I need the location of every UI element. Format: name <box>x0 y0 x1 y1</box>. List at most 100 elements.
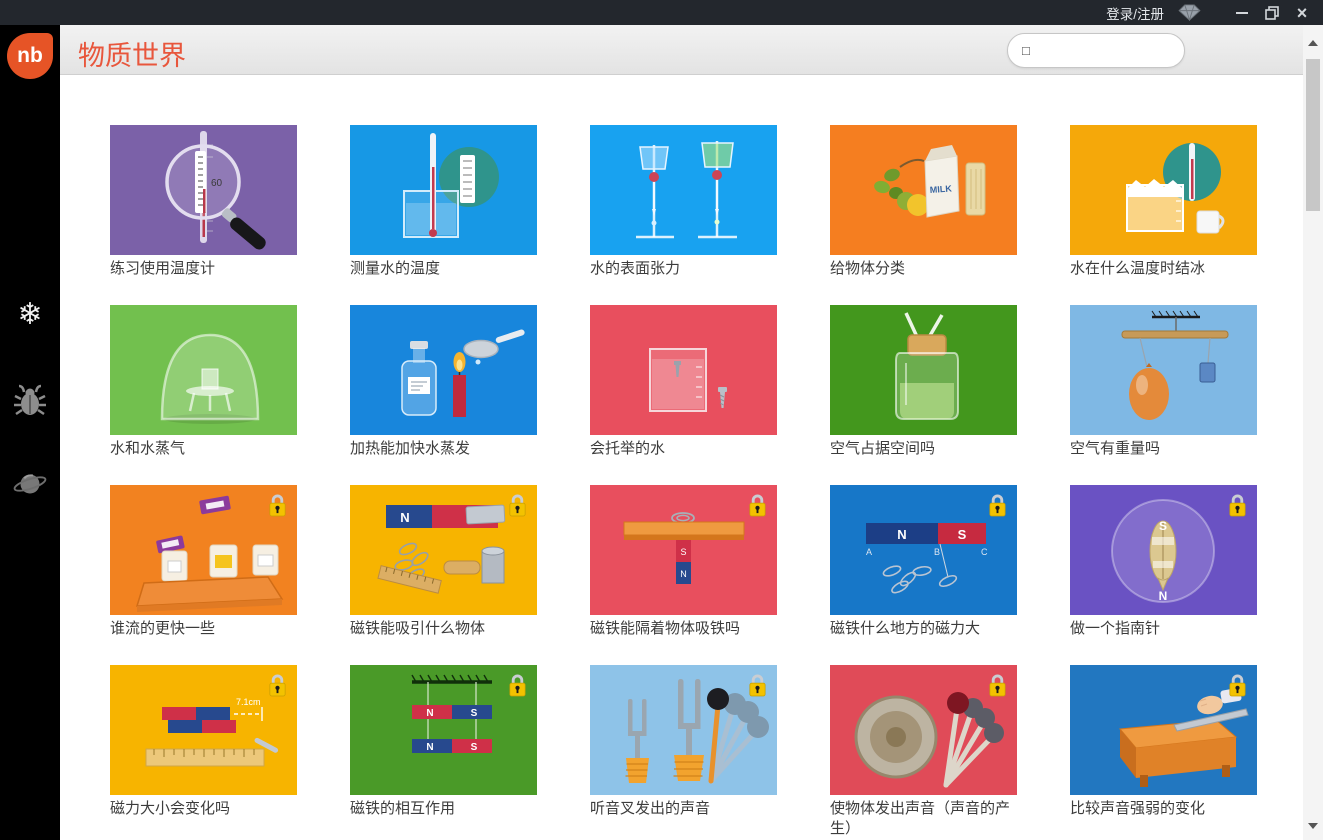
card-thumb[interactable] <box>1070 305 1257 435</box>
card-title[interactable]: 磁铁什么地方的磁力大 <box>830 619 1017 639</box>
card-which-flows-faster[interactable]: 谁流的更快一些 <box>110 485 297 665</box>
card-water-freezing-temperature[interactable]: 水在什么温度时结冰 <box>1070 125 1257 305</box>
card-title[interactable]: 水在什么温度时结冰 <box>1070 259 1257 279</box>
card-practice-using-thermometer[interactable]: 60 练习使用温度计 <box>110 125 297 305</box>
card-title[interactable]: 水和水蒸气 <box>110 439 297 459</box>
card-thumb[interactable] <box>830 305 1017 435</box>
card-title[interactable]: 磁铁能隔着物体吸铁吗 <box>590 619 777 639</box>
lock-icon <box>507 492 528 518</box>
card-thumb[interactable] <box>110 485 297 615</box>
card-compare-sound-strength[interactable]: 比较声音强弱的变化 <box>1070 665 1257 840</box>
card-make-a-compass[interactable]: S N 做一个指南针 <box>1070 485 1257 665</box>
snowflake-icon[interactable]: ❄ <box>0 300 60 330</box>
card-title[interactable]: 使物体发出声音（声音的产生） <box>830 799 1017 839</box>
card-thumb[interactable]: 60 <box>110 125 297 255</box>
bug-icon[interactable] <box>0 382 60 423</box>
card-thumb[interactable] <box>1070 125 1257 255</box>
svg-text:N: N <box>426 742 433 753</box>
card-thumb[interactable]: 7.1cm <box>110 665 297 795</box>
jar-straws-illustration <box>830 305 1017 435</box>
restore-button[interactable] <box>1257 0 1287 25</box>
card-does-magnetic-force-change[interactable]: 7.1cm 磁力大小会变化吗 <box>110 665 297 840</box>
svg-text:S: S <box>958 527 967 542</box>
card-title[interactable]: 空气占据空间吗 <box>830 439 1017 459</box>
card-title[interactable]: 会托举的水 <box>590 439 777 459</box>
card-title[interactable]: 谁流的更快一些 <box>110 619 297 639</box>
card-water-that-lifts[interactable]: 会托举的水 <box>590 305 777 485</box>
page-header: 物质世界 □ <box>60 25 1303 75</box>
card-thumb[interactable] <box>590 665 777 795</box>
card-what-objects-magnets-attract[interactable]: N 磁铁能吸引什么物体 <box>350 485 537 665</box>
scrollbar-thumb[interactable] <box>1306 59 1320 211</box>
card-water-surface-tension[interactable]: 水的表面张力 <box>590 125 777 305</box>
classification-illustration: MILK <box>830 125 1017 255</box>
login-register-link[interactable]: 登录/注册 <box>1106 3 1164 23</box>
card-making-objects-produce-sound[interactable]: 使物体发出声音（声音的产生） <box>830 665 1017 840</box>
svg-text:60: 60 <box>211 178 223 189</box>
svg-text:N: N <box>897 527 906 542</box>
minimize-button[interactable] <box>1227 0 1257 25</box>
close-button[interactable]: × <box>1287 0 1317 25</box>
svg-text:N: N <box>400 510 409 525</box>
card-title[interactable]: 磁铁能吸引什么物体 <box>350 619 537 639</box>
card-title[interactable]: 水的表面张力 <box>590 259 777 279</box>
card-title[interactable]: 磁铁的相互作用 <box>350 799 537 819</box>
thermometer-in-beaker-illustration <box>350 125 537 255</box>
card-classify-objects[interactable]: MILK 给物体分类 <box>830 125 1017 305</box>
lock-icon <box>267 672 288 698</box>
nb-logo[interactable]: nb <box>7 33 53 79</box>
card-thumb[interactable]: N <box>350 485 537 615</box>
card-magnet-interaction[interactable]: N S N S 磁铁的相互作用 <box>350 665 537 840</box>
lock-icon <box>987 672 1008 698</box>
svg-text:N: N <box>1159 589 1168 603</box>
svg-text:B: B <box>934 547 940 557</box>
card-thumb[interactable] <box>590 305 777 435</box>
experiment-list: 60 练习使用温度计 <box>60 76 1303 840</box>
window-titlebar[interactable]: 登录/注册 × <box>0 0 1323 25</box>
card-thumb[interactable]: S N <box>590 485 777 615</box>
surface-tension-illustration <box>590 125 777 255</box>
card-thumb[interactable]: MILK <box>830 125 1017 255</box>
card-where-magnet-force-strongest[interactable]: N S A B C 磁铁什么地方的磁力大 <box>830 485 1017 665</box>
card-title[interactable]: 测量水的温度 <box>350 259 537 279</box>
card-thumb[interactable]: N S N S <box>350 665 537 795</box>
vertical-scrollbar[interactable] <box>1303 25 1323 840</box>
card-thumb[interactable] <box>590 125 777 255</box>
card-magnet-attract-through-objects[interactable]: S N 磁铁能隔着物体吸铁吗 <box>590 485 777 665</box>
card-thumb[interactable] <box>1070 665 1257 795</box>
search-box[interactable]: □ <box>1007 33 1185 68</box>
card-title[interactable]: 加热能加快水蒸发 <box>350 439 537 459</box>
card-title[interactable]: 磁力大小会变化吗 <box>110 799 297 819</box>
svg-text:S: S <box>471 742 478 753</box>
card-title[interactable]: 听音叉发出的声音 <box>590 799 777 819</box>
card-thumb[interactable] <box>350 305 537 435</box>
card-does-air-have-weight[interactable]: 空气有重量吗 <box>1070 305 1257 485</box>
card-thumb[interactable] <box>110 305 297 435</box>
lock-icon <box>747 492 768 518</box>
card-water-and-steam[interactable]: 水和水蒸气 <box>110 305 297 485</box>
sidebar: nb ❄ <box>0 25 60 840</box>
card-thumb[interactable] <box>350 125 537 255</box>
card-heating-speeds-evaporation[interactable]: 加热能加快水蒸发 <box>350 305 537 485</box>
svg-text:C: C <box>981 547 988 557</box>
card-title[interactable]: 给物体分类 <box>830 259 1017 279</box>
restore-icon <box>1265 6 1279 20</box>
card-does-air-occupy-space[interactable]: 空气占据空间吗 <box>830 305 1017 485</box>
search-input[interactable] <box>1030 34 1231 67</box>
scroll-down-arrow[interactable] <box>1303 820 1323 832</box>
scroll-up-arrow[interactable] <box>1303 37 1323 49</box>
svg-text:N: N <box>680 569 687 579</box>
card-title[interactable]: 做一个指南针 <box>1070 619 1257 639</box>
card-tuning-fork-sound[interactable]: 听音叉发出的声音 <box>590 665 777 840</box>
card-thumb[interactable] <box>830 665 1017 795</box>
vip-gem-icon[interactable] <box>1178 4 1201 21</box>
card-thumb[interactable]: N S A B C <box>830 485 1017 615</box>
card-title[interactable]: 练习使用温度计 <box>110 259 297 279</box>
card-thumb[interactable]: S N <box>1070 485 1257 615</box>
card-title[interactable]: 空气有重量吗 <box>1070 439 1257 459</box>
planet-icon[interactable] <box>0 465 60 508</box>
card-measure-water-temperature[interactable]: 测量水的温度 <box>350 125 537 305</box>
minimize-icon <box>1236 12 1248 14</box>
balance-balloon-illustration <box>1070 305 1257 435</box>
card-title[interactable]: 比较声音强弱的变化 <box>1070 799 1257 819</box>
